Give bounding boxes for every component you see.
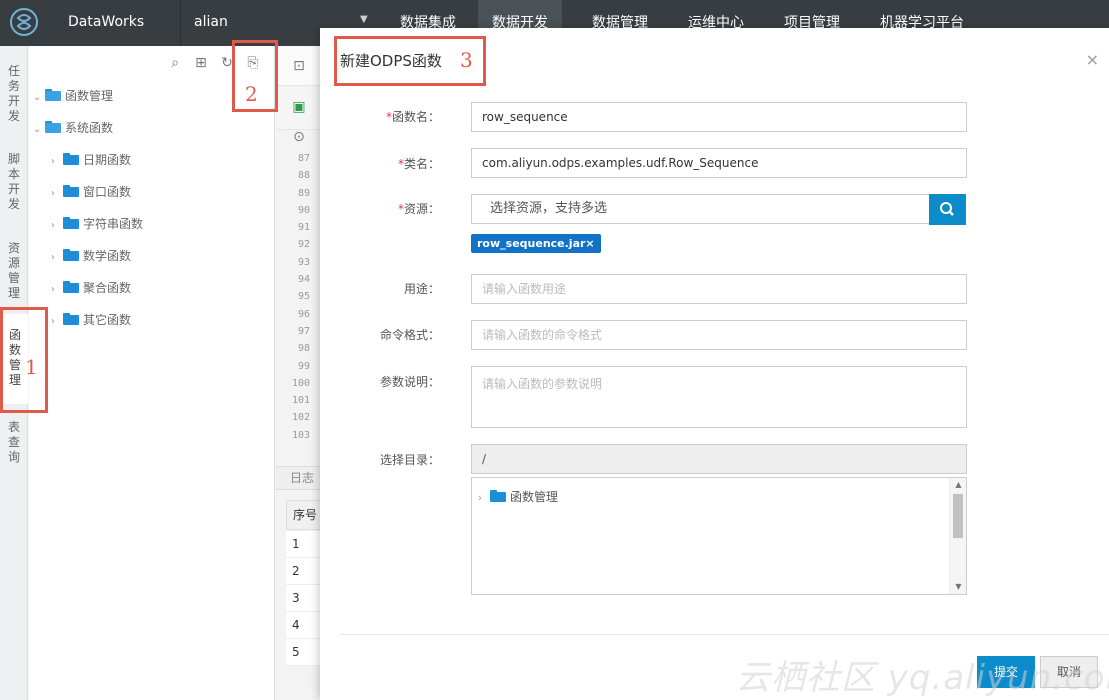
resource-tag-row-sequence-jar[interactable]: row_sequence.jar×	[471, 234, 601, 253]
line-number: 99	[297, 360, 310, 372]
project-chevron-down-icon[interactable]: ▼	[360, 14, 368, 25]
annotation-number-2: 2	[245, 82, 258, 106]
line-number: 93	[297, 256, 310, 268]
search-icon[interactable]: ⌕	[166, 54, 184, 72]
scroll-down-icon[interactable]: ▼	[950, 580, 967, 594]
line-number: 92	[297, 239, 310, 251]
directory-item-function-management[interactable]: › 函数管理	[478, 488, 558, 505]
chevron-down-icon[interactable]: ⌄	[33, 88, 45, 108]
folder-icon	[490, 490, 506, 502]
tree-item-math-functions[interactable]: › 数学函数	[51, 246, 131, 266]
search-icon	[940, 202, 954, 216]
resource-search-button[interactable]	[929, 194, 966, 225]
folder-open-icon	[45, 121, 61, 133]
chevron-right-icon[interactable]: ›	[51, 216, 63, 236]
usage-label: 用途：	[403, 282, 440, 296]
vtab-table-query[interactable]: 表查询	[0, 420, 28, 465]
brand-separator	[180, 0, 181, 46]
file-icon: ▣	[292, 99, 306, 115]
folder-icon	[63, 313, 79, 325]
line-number: 95	[297, 291, 310, 303]
line-number: 98	[297, 343, 310, 355]
line-number: 103	[291, 429, 310, 441]
footer-divider	[340, 634, 1109, 635]
function-name-input[interactable]: row_sequence	[471, 102, 967, 132]
directory-path-input: /	[471, 444, 967, 474]
new-odps-function-dialog: 新建ODPS函数 × *函数名： row_sequence *类名： com.a…	[320, 28, 1109, 700]
chevron-down-icon[interactable]: ⌄	[33, 120, 45, 140]
line-number: 90	[297, 204, 310, 216]
annotation-number-3: 3	[460, 48, 473, 72]
annotation-number-1: 1	[25, 355, 38, 379]
usage-input[interactable]: 请输入函数用途	[471, 274, 967, 304]
chevron-right-icon[interactable]: ›	[51, 312, 63, 332]
line-number: 87	[297, 153, 310, 164]
vtab-script-development[interactable]: 脚本开发	[0, 152, 28, 212]
directory-scrollbar[interactable]: ▲ ▼	[949, 478, 966, 594]
folder-icon	[63, 281, 79, 293]
line-number-gutter: 87 88 89 90 91 92 93 94 95 96 97 98 99 100 101 102 103	[276, 150, 316, 444]
line-number: 100	[291, 377, 310, 389]
class-name-input[interactable]: com.aliyun.odps.examples.udf.Row_Sequenc…	[471, 148, 967, 178]
class-name-label: *类名：	[397, 157, 440, 171]
tree-item-aggregate-functions[interactable]: › 聚合函数	[51, 278, 131, 298]
params-description-label: 参数说明：	[379, 375, 440, 389]
tree-item-other-functions[interactable]: › 其它函数	[51, 310, 131, 330]
watermark: 云栖社区 yq.aliyun.com	[736, 658, 1109, 698]
line-number: 102	[291, 412, 310, 424]
line-number: 96	[297, 308, 310, 320]
annotation-box-1	[0, 307, 48, 413]
vtab-resource-management[interactable]: 资源管理	[0, 241, 28, 301]
brand-name[interactable]: DataWorks	[68, 14, 144, 30]
dataworks-logo-icon	[10, 8, 38, 36]
line-number: 91	[297, 222, 310, 234]
line-number: 88	[297, 170, 310, 182]
line-number: 97	[297, 325, 310, 337]
close-icon[interactable]: ×	[1086, 50, 1099, 69]
params-description-textarea[interactable]: 请输入函数的参数说明	[471, 366, 967, 428]
chevron-right-icon[interactable]: ›	[51, 184, 63, 204]
directory-tree: › 函数管理 ▲ ▼	[471, 477, 967, 595]
chevron-right-icon[interactable]: ›	[51, 152, 63, 172]
chevron-right-icon[interactable]: ›	[51, 280, 63, 300]
tree-item-function-management[interactable]: ⌄ 函数管理	[33, 86, 113, 106]
chevron-right-icon[interactable]: ›	[51, 248, 63, 268]
run-icon[interactable]: ⊙	[290, 128, 308, 146]
scrollbar-thumb[interactable]	[953, 494, 963, 538]
line-number: 94	[297, 274, 310, 286]
resource-select-input[interactable]: 选择资源，支持多选	[471, 194, 930, 224]
scroll-up-icon[interactable]: ▲	[950, 478, 967, 492]
project-selector[interactable]: alian	[194, 14, 228, 30]
folder-icon	[63, 153, 79, 165]
select-directory-label: 选择目录：	[379, 453, 440, 467]
folder-icon	[63, 185, 79, 197]
chevron-right-icon[interactable]: ›	[478, 493, 490, 504]
command-format-label: 命令格式：	[379, 328, 440, 342]
folder-open-icon	[45, 89, 61, 101]
vtab-task-development[interactable]: 任务开发	[0, 64, 28, 124]
tree-item-date-functions[interactable]: › 日期函数	[51, 150, 131, 170]
line-number: 89	[297, 187, 310, 199]
format-icon[interactable]: ⊡	[290, 57, 308, 75]
tree-item-window-functions[interactable]: › 窗口函数	[51, 182, 131, 202]
function-tree-panel: ⌕ ⊞ ↻ ⎘ ⌄ 函数管理 ⌄ 系统函数 › 日期函数 › 窗口函数 › 字符串函数 ›…	[29, 46, 275, 700]
line-number: 101	[291, 395, 310, 407]
folder-icon	[63, 217, 79, 229]
function-name-label: *函数名：	[385, 110, 440, 124]
command-format-input[interactable]: 请输入函数的命令格式	[471, 320, 967, 350]
folder-icon	[63, 249, 79, 261]
resource-label: *资源：	[397, 202, 440, 216]
tree-item-system-functions[interactable]: ⌄ 系统函数	[33, 118, 113, 138]
tree-item-string-functions[interactable]: › 字符串函数	[51, 214, 143, 234]
add-folder-icon[interactable]: ⊞	[192, 54, 210, 72]
